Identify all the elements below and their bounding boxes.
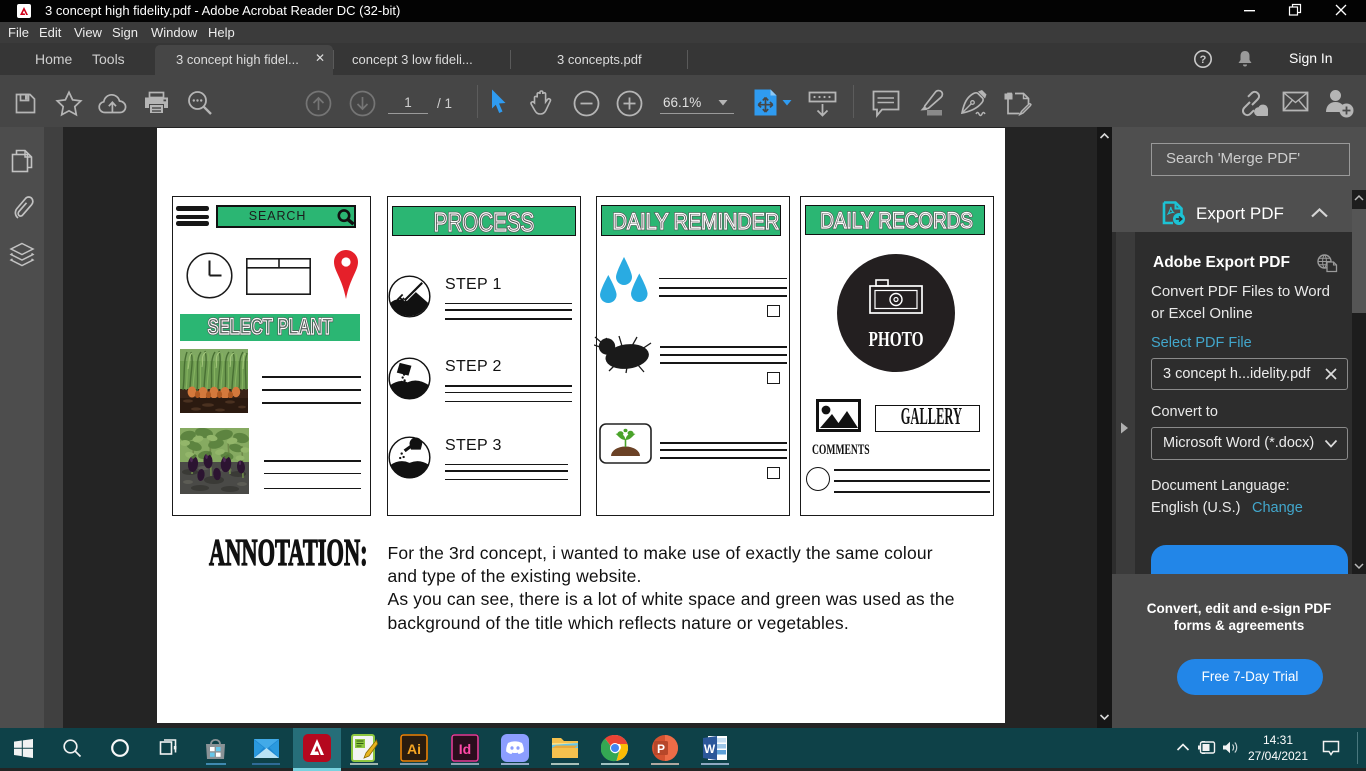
- svg-text:Id: Id: [459, 741, 471, 757]
- svg-text:Ai: Ai: [407, 741, 421, 757]
- svg-text:W: W: [704, 742, 716, 756]
- svg-text:P: P: [657, 742, 665, 756]
- svg-text:?: ?: [1200, 54, 1207, 66]
